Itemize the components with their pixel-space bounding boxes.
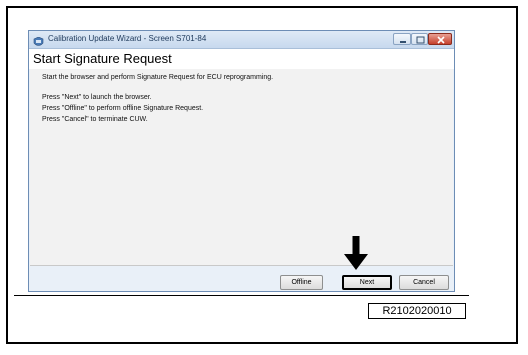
instruction-offline: Press "Offline" to perform offline Signa… (42, 105, 204, 112)
minimize-icon (400, 41, 406, 43)
down-arrow-icon (344, 236, 368, 270)
calibration-app-icon (33, 34, 44, 46)
offline-button[interactable]: Offline (280, 275, 323, 290)
close-icon (437, 36, 445, 44)
next-button[interactable]: Next (342, 275, 392, 290)
maximize-button[interactable] (411, 33, 428, 45)
close-button[interactable] (428, 33, 452, 45)
instruction-cancel: Press "Cancel" to terminate CUW. (42, 116, 148, 123)
content-panel: Start the browser and perform Signature … (30, 69, 453, 265)
page-title: Start Signature Request (33, 51, 172, 66)
minimize-button[interactable] (393, 33, 411, 45)
wizard-window: Calibration Update Wizard - Screen S701-… (28, 30, 455, 292)
figure-caption-id: R2102020010 (368, 303, 466, 319)
caption-divider (14, 295, 469, 296)
window-title: Calibration Update Wizard - Screen S701-… (48, 34, 207, 43)
maximize-icon (416, 36, 425, 44)
instruction-text: Start the browser and perform Signature … (42, 74, 274, 81)
footer-divider (30, 265, 453, 266)
cancel-button[interactable]: Cancel (399, 275, 449, 290)
heading-band: Start Signature Request (29, 49, 454, 69)
instruction-next: Press "Next" to launch the browser. (42, 94, 152, 101)
title-bar: Calibration Update Wizard - Screen S701-… (29, 31, 454, 49)
